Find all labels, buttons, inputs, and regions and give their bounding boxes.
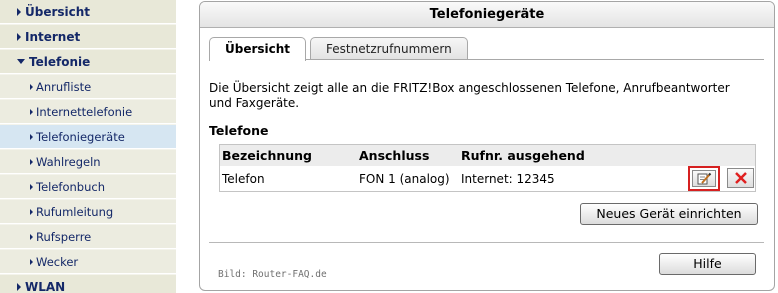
nav-item-label: Telefonbuch [36, 179, 105, 194]
chevron-right-icon [30, 258, 33, 265]
chevron-right-icon [30, 233, 33, 240]
new-device-button[interactable]: Neues Gerät einrichten [580, 203, 758, 225]
main-panel: Telefoniegeräte Übersicht Festnetzrufnum… [199, 1, 775, 291]
tab-festnetzrufnummern[interactable]: Festnetzrufnummern [310, 37, 468, 60]
column-header-bezeichnung: Bezeichnung [222, 148, 312, 163]
tab-bar: Übersicht Festnetzrufnummern [209, 37, 472, 61]
nav-item-internet[interactable]: Internet [0, 25, 176, 49]
chevron-right-icon [30, 108, 33, 115]
nav-item-label: Wecker [36, 254, 79, 269]
nav-item-internettelefonie[interactable]: Internettelefonie [0, 100, 176, 124]
help-button[interactable]: Hilfe [659, 253, 756, 275]
nav-item-anrufliste[interactable]: Anrufliste [0, 75, 176, 99]
nav-item-label: Rufumleitung [36, 204, 114, 219]
device-table: Bezeichnung Anschluss Rufnr. ausgehend T… [219, 144, 756, 192]
nav-item-label: WLAN [25, 279, 66, 293]
nav-item-rufumleitung[interactable]: Rufumleitung [0, 200, 176, 224]
sidebar-nav: Übersicht Internet Telefonie Anrufliste … [0, 0, 176, 293]
nav-item-telefonie[interactable]: Telefonie [0, 50, 176, 74]
nav-item-label: Rufsperre [36, 229, 92, 244]
chevron-right-icon [30, 183, 33, 190]
cell-device-port: FON 1 (analog) [359, 172, 450, 186]
description-text: Die Übersicht zeigt alle an die FRITZ!Bo… [209, 81, 730, 110]
section-title-telefone: Telefone [209, 123, 269, 138]
page-title: Telefoniegeräte [200, 2, 774, 28]
edit-icon [692, 170, 716, 187]
nav-item-wecker[interactable]: Wecker [0, 250, 176, 274]
nav-item-uebersicht[interactable]: Übersicht [0, 0, 176, 24]
chevron-right-icon [17, 282, 21, 291]
delete-x-icon [734, 172, 747, 184]
chevron-right-icon [30, 208, 33, 215]
nav-item-label: Anrufliste [36, 79, 92, 94]
nav-item-label: Telefonie [29, 54, 91, 69]
image-credit: Bild: Router-FAQ.de [218, 269, 327, 280]
tab-uebersicht[interactable]: Übersicht [209, 37, 307, 61]
nav-item-label: Internettelefonie [36, 104, 133, 119]
footer-divider [209, 242, 764, 243]
column-header-rufnr: Rufnr. ausgehend [461, 148, 585, 163]
cell-device-name: Telefon [222, 172, 265, 186]
nav-item-telefonbuch[interactable]: Telefonbuch [0, 175, 176, 199]
nav-item-wlan[interactable]: WLAN [0, 275, 176, 293]
column-header-anschluss: Anschluss [359, 148, 430, 163]
nav-item-wahlregeln[interactable]: Wahlregeln [0, 150, 176, 174]
nav-item-label: Wahlregeln [36, 154, 101, 169]
chevron-right-icon [30, 158, 33, 165]
nav-item-telefoniegeraete[interactable]: Telefoniegeräte [0, 125, 176, 149]
cell-device-outgoing: Internet: 12345 [461, 172, 555, 186]
chevron-down-icon [17, 59, 25, 64]
chevron-right-icon [17, 7, 21, 16]
nav-item-label: Internet [25, 29, 81, 44]
chevron-right-icon [30, 83, 33, 90]
edit-device-button[interactable] [688, 166, 720, 191]
nav-item-rufsperre[interactable]: Rufsperre [0, 225, 176, 249]
nav-item-label: Übersicht [25, 4, 91, 19]
nav-item-label: Telefoniegeräte [36, 129, 125, 144]
chevron-right-icon [17, 32, 21, 41]
delete-device-button[interactable] [727, 168, 754, 188]
chevron-right-icon [30, 133, 33, 140]
